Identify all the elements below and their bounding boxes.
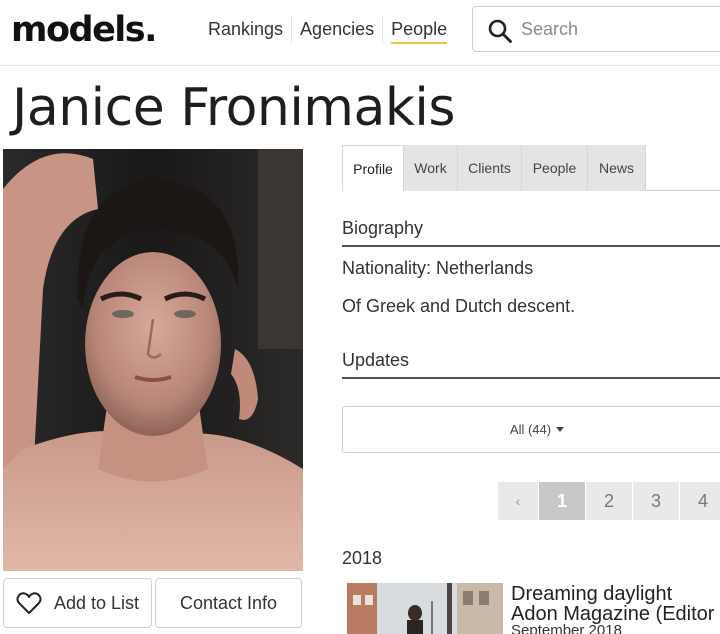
update-date: September 2018 xyxy=(511,622,622,634)
caret-down-icon xyxy=(556,427,565,432)
search-box[interactable] xyxy=(472,6,720,52)
portrait-image xyxy=(3,149,303,571)
nav-rankings[interactable]: Rankings xyxy=(200,14,291,44)
pagination-page[interactable]: 2 xyxy=(586,482,633,520)
update-year-heading: 2018 xyxy=(342,548,383,568)
update-thumbnail[interactable] xyxy=(347,583,503,634)
profile-tabs: Profile Work Clients People News xyxy=(342,145,720,192)
updates-heading: Updates xyxy=(342,350,720,379)
search-input[interactable] xyxy=(521,15,720,43)
add-to-list-label: Add to List xyxy=(53,592,140,613)
updates-filter-dropdown[interactable]: All (44) xyxy=(342,406,720,453)
pagination-page[interactable]: 1 xyxy=(539,482,586,520)
add-to-list-button[interactable]: Add to List xyxy=(3,578,152,628)
nav-people[interactable]: People xyxy=(383,14,455,44)
pagination: ‹ 1 2 3 4 xyxy=(498,482,720,520)
pagination-page[interactable]: 3 xyxy=(633,482,680,520)
site-logo[interactable]: models. xyxy=(11,8,157,52)
nationality-text: Nationality: Netherlands xyxy=(342,258,534,278)
search-icon[interactable] xyxy=(487,18,513,44)
update-title[interactable]: Dreaming daylight xyxy=(511,583,672,605)
tab-people[interactable]: People xyxy=(522,145,588,191)
filter-label: All (44) xyxy=(509,422,552,437)
contact-info-label: Contact Info xyxy=(179,592,278,613)
tab-news[interactable]: News xyxy=(588,145,646,191)
descent-text: Of Greek and Dutch descent. xyxy=(342,296,576,316)
tab-profile[interactable]: Profile xyxy=(342,145,404,192)
biography-heading: Biography xyxy=(342,218,720,247)
contact-info-button[interactable]: Contact Info xyxy=(155,578,302,628)
tab-work[interactable]: Work xyxy=(404,145,458,191)
main-nav: Rankings Agencies People xyxy=(200,14,455,44)
pagination-prev[interactable]: ‹ xyxy=(498,482,539,520)
heart-icon xyxy=(16,592,42,614)
page-title: Janice Fronimakis xyxy=(12,78,455,138)
nav-agencies[interactable]: Agencies xyxy=(292,14,382,44)
profile-photo[interactable] xyxy=(3,149,303,571)
update-thumbnail-image xyxy=(347,583,503,634)
tab-clients[interactable]: Clients xyxy=(458,145,522,191)
pagination-page[interactable]: 4 xyxy=(680,482,720,520)
site-header: models. Rankings Agencies People xyxy=(0,0,720,66)
